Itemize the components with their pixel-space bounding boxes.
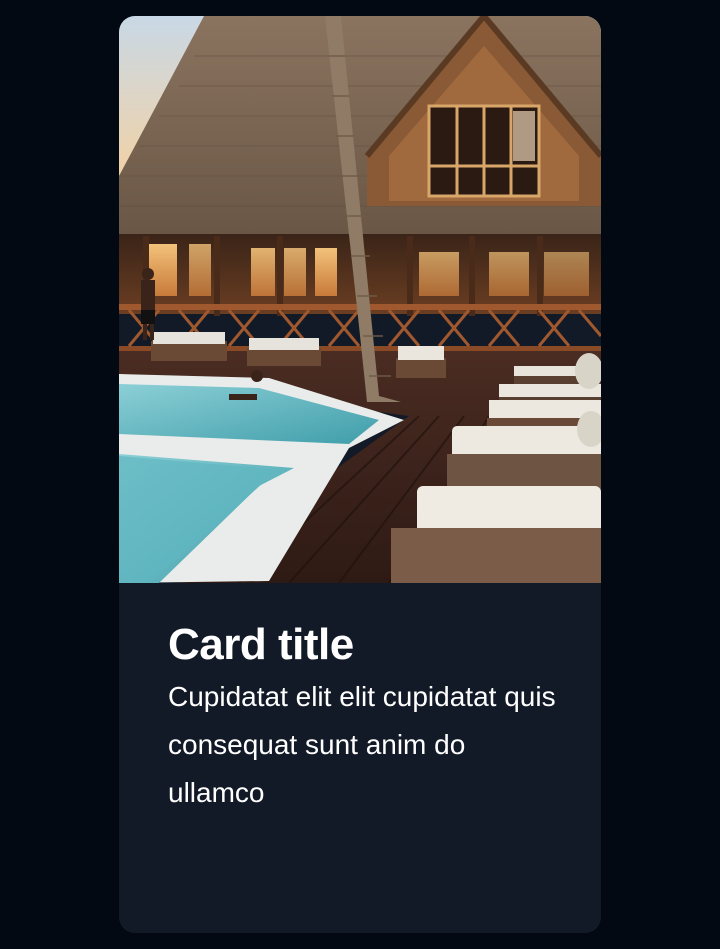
card-body: Card title Cupidatat elit elit cupidatat…	[119, 583, 601, 933]
card-title: Card title	[168, 620, 354, 669]
card-image	[119, 16, 601, 583]
card: Card title Cupidatat elit elit cupidatat…	[119, 16, 601, 933]
card-text: Cupidatat elit elit cupidatat quis conse…	[168, 681, 556, 808]
